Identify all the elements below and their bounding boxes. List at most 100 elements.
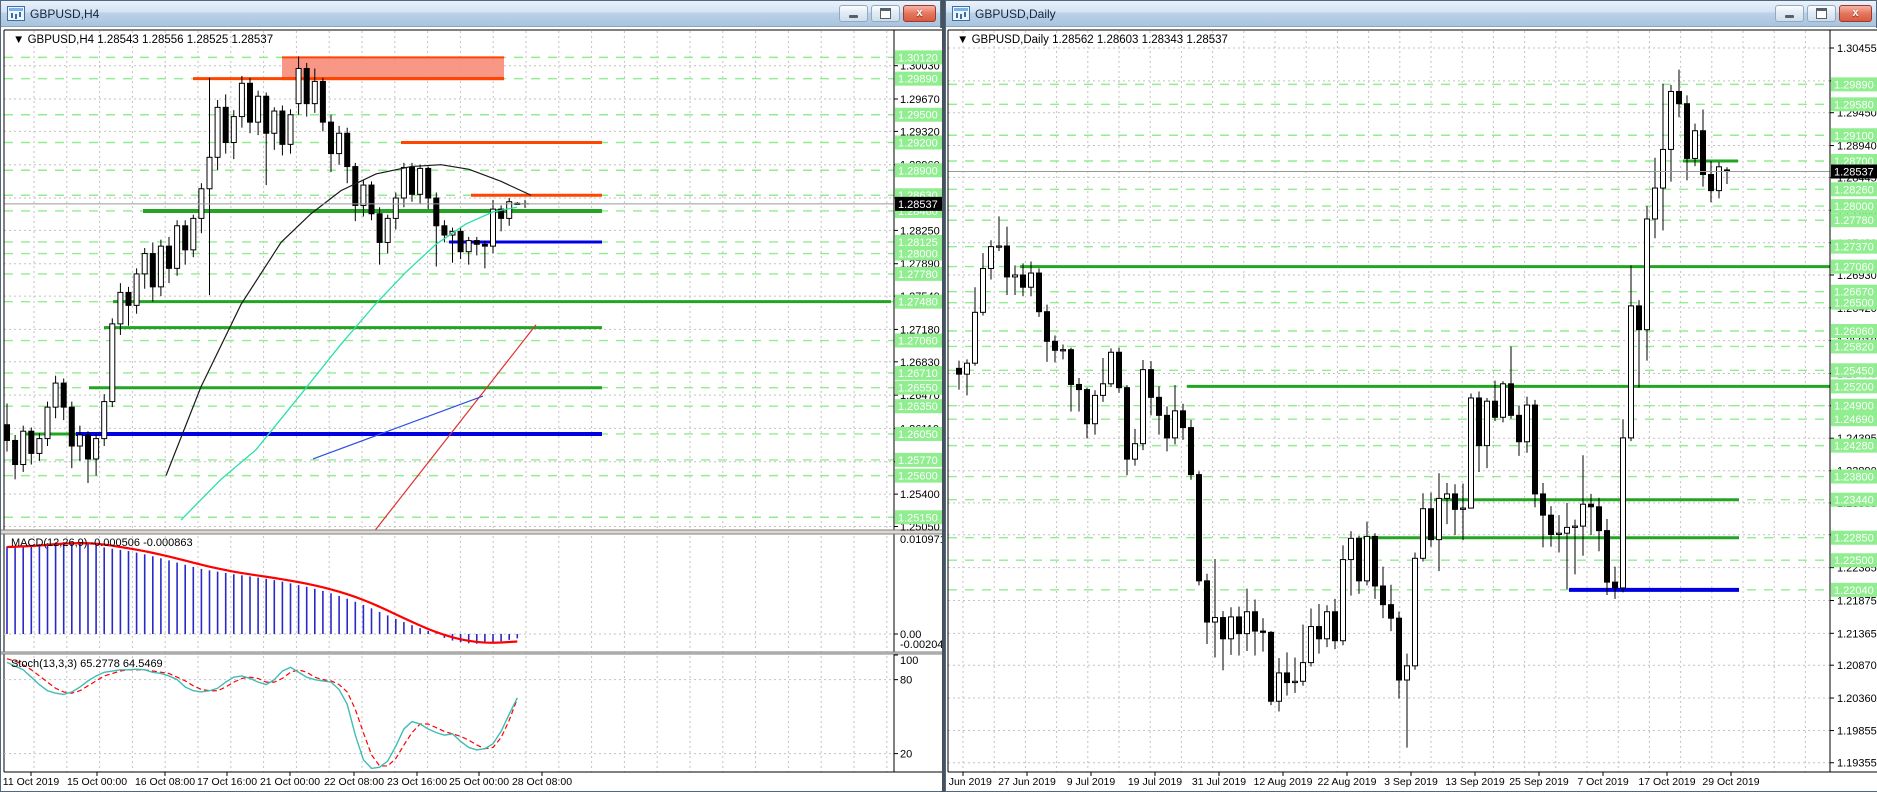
candle-body <box>319 80 326 123</box>
candle-body <box>166 245 172 269</box>
price-scale-label: 1.20870 <box>1837 660 1877 672</box>
sr-price-badge-label: 1.29890 <box>1834 79 1874 91</box>
candle-body <box>1468 397 1474 509</box>
candle-body <box>1564 526 1570 534</box>
candle-body <box>125 291 132 306</box>
candle-body <box>1332 611 1338 642</box>
sr-price-badge-label: 1.28900 <box>898 165 938 177</box>
price-scale-label: 1.21365 <box>1837 628 1877 640</box>
minimize-icon <box>849 15 858 18</box>
candle-body <box>1212 617 1218 623</box>
titlebar-daily[interactable]: GBPUSD,Daily x <box>946 1 1876 27</box>
candle-body <box>409 166 415 195</box>
candle-body <box>425 167 432 199</box>
candle-body <box>279 110 286 145</box>
h4-chart-area[interactable]: 0.0109710.00-0.002043MACD(12,26,9) -0.00… <box>1 27 942 792</box>
candle-body <box>157 245 164 288</box>
candle-body <box>988 246 994 270</box>
candle-body <box>1300 662 1306 682</box>
candle-body <box>1636 305 1642 331</box>
candle-body <box>1428 508 1434 541</box>
stoch-header: Stoch(13,3,3) 65.2778 64.5469 <box>11 658 163 670</box>
candle-body <box>1700 130 1706 176</box>
candle-body <box>1172 410 1178 439</box>
titlebar-h4[interactable]: GBPUSD,H4 x <box>1 1 940 27</box>
candle-body <box>1716 166 1722 192</box>
candle-body <box>1508 383 1514 416</box>
candle-body <box>1196 474 1202 582</box>
candle-body <box>1132 443 1138 460</box>
stoch-scale-label: 20 <box>900 749 912 761</box>
candle-body <box>417 167 424 195</box>
candle-body <box>52 382 59 408</box>
date-label: 3 Sep 2019 <box>1384 776 1438 788</box>
date-label: 15 Oct 00:00 <box>67 776 127 788</box>
candle-body <box>117 291 124 325</box>
sr-price-badge-label: 1.27060 <box>1834 262 1874 274</box>
sr-price-badge-label: 1.29890 <box>898 74 938 86</box>
candle-body <box>1540 493 1546 516</box>
candle-body <box>1292 680 1298 684</box>
candle-body <box>360 184 367 206</box>
candle-body <box>68 406 75 447</box>
candle-body <box>1652 187 1658 220</box>
h4-chart-canvas[interactable]: 0.0109710.00-0.002043MACD(12,26,9) -0.00… <box>1 27 942 792</box>
candle-body <box>368 184 375 215</box>
candle-body <box>1260 630 1266 633</box>
sr-price-badge-label: 1.30120 <box>898 52 938 64</box>
candle-body <box>149 253 156 288</box>
sr-price-badge-label: 1.26350 <box>898 401 938 413</box>
minimize-button[interactable] <box>1775 5 1804 22</box>
sr-price-badge-label: 1.29580 <box>1834 99 1874 111</box>
candle-body <box>1548 514 1554 535</box>
close-button[interactable]: x <box>903 5 936 22</box>
daily-chart-area[interactable]: 1.304551.299451.294501.289401.284451.279… <box>946 27 1877 792</box>
date-label: 27 Jun 2019 <box>998 776 1056 788</box>
date-label: 28 Oct 08:00 <box>512 776 572 788</box>
candle-body <box>20 430 27 466</box>
candle-body <box>1316 626 1322 640</box>
date-label: 21 Oct 00:00 <box>260 776 320 788</box>
candle-body <box>1052 340 1058 351</box>
date-label: 17 Oct 16:00 <box>197 776 257 788</box>
stoch-scale-label: 80 <box>900 675 912 687</box>
candle-body <box>311 80 318 105</box>
candle-body <box>1068 349 1074 385</box>
candle-body <box>247 82 253 123</box>
candle-body <box>1324 611 1330 640</box>
candle-body <box>1420 508 1426 559</box>
candle-body <box>972 311 978 364</box>
candle-body <box>1444 493 1450 499</box>
candle-body <box>1660 148 1666 189</box>
maximize-button[interactable] <box>1807 5 1836 22</box>
candle-body <box>400 166 407 199</box>
candle-body <box>303 67 310 105</box>
candle-body <box>473 240 480 245</box>
chart-ohlc-header: ▼ GBPUSD,H4 1.28543 1.28556 1.28525 1.28… <box>13 34 273 46</box>
candle-body <box>1612 581 1618 589</box>
candle-body <box>1380 585 1386 606</box>
candle-body <box>1012 274 1018 278</box>
candle-body <box>344 132 351 168</box>
candle-body <box>1452 493 1458 510</box>
daily-chart-canvas[interactable]: 1.304551.299451.294501.289401.284451.279… <box>946 27 1877 792</box>
maximize-button[interactable] <box>871 5 900 22</box>
candle-body <box>1220 617 1226 640</box>
sr-price-badge-label: 1.29500 <box>898 110 938 122</box>
date-label: 7 Oct 2019 <box>1577 776 1629 788</box>
window-gbpusd-daily: GBPUSD,Daily x 1.304551.299451.294501.28… <box>945 0 1877 792</box>
sr-price-badge-label: 1.29200 <box>898 138 938 150</box>
candle-body <box>490 208 496 247</box>
macd-header: MACD(12,26,9) -0.000506 -0.000863 <box>11 537 193 549</box>
sr-price-badge-label: 1.22850 <box>1834 533 1874 545</box>
close-button[interactable]: x <box>1839 5 1872 22</box>
date-label: 9 Jul 2019 <box>1067 776 1116 788</box>
date-label: 17 Jun 2019 <box>946 776 992 788</box>
candle-body <box>222 106 229 144</box>
candle-body <box>1516 414 1522 443</box>
candle-body <box>1340 559 1346 642</box>
minimize-button[interactable] <box>839 5 868 22</box>
candle-body <box>271 110 278 134</box>
date-label: 25 Sep 2019 <box>1509 776 1569 788</box>
price-scale-label: 1.20360 <box>1837 693 1877 705</box>
